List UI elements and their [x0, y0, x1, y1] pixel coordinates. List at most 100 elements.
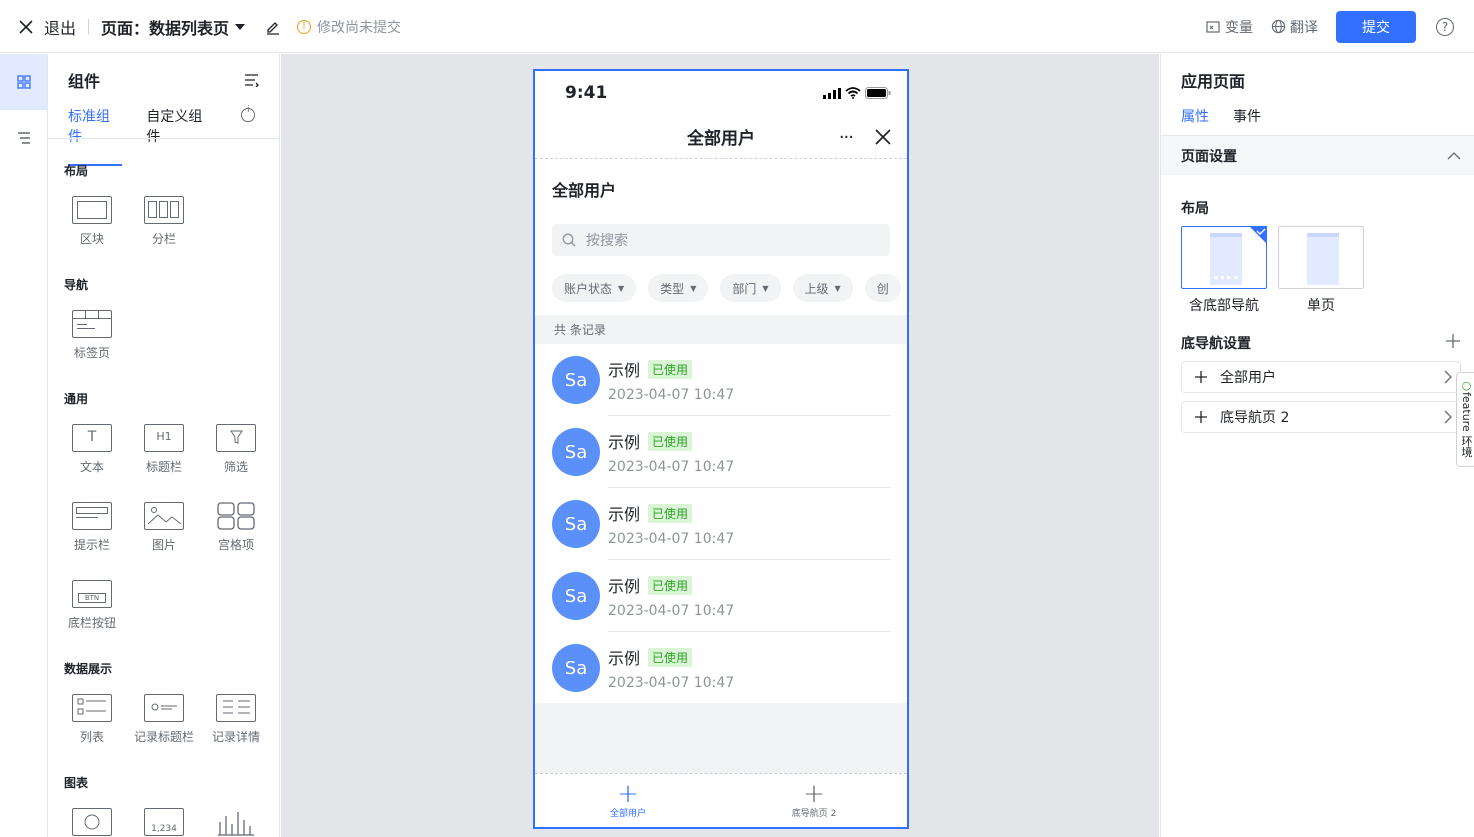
edit-icon[interactable] — [265, 19, 281, 35]
comp-bottom-button[interactable]: BTN 底栏按钮 — [62, 580, 122, 631]
page-settings-header[interactable]: 页面设置 — [1161, 135, 1474, 175]
tabbar-item-all-users[interactable]: + 全部用户 — [535, 774, 721, 827]
nav-item-row[interactable]: 全部用户 — [1181, 361, 1461, 393]
filter-department[interactable]: 部门 ▼ — [720, 274, 781, 302]
comp-grid[interactable]: 宫格项 — [206, 502, 266, 553]
panel-title: 应用页面 — [1181, 72, 1246, 91]
search-input[interactable]: 按搜索 — [552, 224, 890, 256]
divider — [48, 138, 279, 139]
tabbar-item-page-2[interactable]: + 底导航页 2 — [721, 774, 907, 827]
nav-item-row[interactable]: 底导航页 2 — [1181, 401, 1461, 433]
layout-label: 布局 — [1181, 201, 1209, 217]
status-badge: 已使用 — [648, 431, 693, 451]
avatar: Sa — [552, 356, 600, 404]
plus-icon — [1194, 410, 1208, 424]
comp-title-bar-label: 标题栏 — [145, 460, 182, 474]
left-rail — [0, 54, 48, 837]
chevron-up-icon[interactable] — [1447, 151, 1461, 160]
item-date: 2023-04-07 10:47 — [608, 603, 735, 619]
pie-chart-icon — [72, 808, 112, 836]
record-count: 共 条记录 — [535, 315, 907, 344]
comp-filter[interactable]: 筛选 — [206, 424, 266, 475]
help-icon[interactable]: ? — [1436, 17, 1454, 36]
comp-tabs[interactable]: 标签页 — [62, 310, 122, 361]
phone-preview[interactable]: 9:41 全部用户 ··· 全部用户 按搜索 账户状态 ▼ 类型 ▼ 部门 ▼ 上级 ▼… — [533, 69, 909, 829]
comp-chart-pie[interactable] — [62, 808, 122, 837]
item-date: 2023-04-07 10:47 — [608, 459, 735, 475]
variables-button[interactable]: 变量 — [1206, 17, 1253, 37]
layout-label-bottom-nav: 含底部导航 — [1189, 298, 1259, 314]
add-icon[interactable] — [1445, 333, 1461, 349]
phone-nav-bar: 全部用户 ··· — [535, 115, 907, 159]
more-icon[interactable]: ··· — [839, 127, 854, 148]
comp-record-detail[interactable]: 记录详情 — [206, 694, 266, 745]
filter-account-status[interactable]: 账户状态 ▼ — [552, 274, 637, 302]
tab-standard[interactable]: 标准组件 — [68, 106, 123, 166]
text-icon: T — [72, 424, 112, 452]
chip-label: 账户状态 — [564, 281, 613, 296]
status-badge: 已使用 — [648, 647, 693, 667]
submit-button[interactable]: 提交 — [1336, 10, 1416, 43]
chevron-right-icon[interactable] — [1444, 370, 1452, 384]
tip-bar-icon — [72, 502, 112, 530]
image-icon — [144, 502, 184, 530]
list-item[interactable]: Sa 示例 已使用 2023-04-07 10:47 — [535, 632, 907, 704]
comp-column-label: 分栏 — [151, 232, 176, 246]
chip-label: 部门 — [732, 281, 757, 296]
list-item[interactable]: Sa 示例 已使用 2023-04-07 10:47 — [535, 560, 907, 632]
page-name-dropdown[interactable]: 数据列表页 — [149, 15, 229, 39]
list-item[interactable]: Sa 示例 已使用 2023-04-07 10:47 — [535, 416, 907, 488]
battery-icon — [865, 87, 891, 99]
comp-tip-bar[interactable]: 提示栏 — [62, 502, 122, 553]
caret-down-icon[interactable] — [235, 23, 246, 31]
layout-option-single[interactable] — [1278, 226, 1364, 289]
layout-preview — [1307, 233, 1339, 285]
list-sort-icon[interactable] — [244, 72, 260, 91]
layout-option-bottom-nav[interactable] — [1181, 226, 1267, 289]
top-bar: 退出 页面： 数据列表页 ! 修改尚未提交 变量 翻译 提交 ? — [0, 0, 1474, 53]
caret-down-icon: ▼ — [618, 283, 625, 293]
list-item[interactable]: Sa 示例 已使用 2023-04-07 10:47 — [535, 488, 907, 560]
comp-record-title[interactable]: 记录标题栏 — [134, 694, 194, 745]
item-date: 2023-04-07 10:47 — [608, 675, 735, 691]
comp-block[interactable]: 区块 — [62, 196, 122, 247]
feature-env-label: feature 环境 — [1460, 392, 1473, 458]
warning-icon: ! — [297, 19, 312, 34]
comp-list[interactable]: 列表 — [62, 694, 122, 745]
filter-type[interactable]: 类型 ▼ — [648, 274, 709, 302]
comp-text[interactable]: T 文本 — [62, 424, 122, 475]
section-common: 通用 — [64, 392, 89, 406]
status-badge: 已使用 — [648, 575, 693, 595]
close-icon[interactable] — [18, 19, 34, 35]
tabs-icon — [72, 310, 112, 338]
search-placeholder: 按搜索 — [586, 233, 628, 249]
exit-button[interactable]: 退出 — [44, 15, 76, 39]
comp-title-bar[interactable]: H1 标题栏 — [134, 424, 194, 475]
comp-tabs-label: 标签页 — [73, 346, 110, 360]
comp-chart-bar[interactable] — [206, 808, 266, 837]
comp-chart-number[interactable]: 1,234 — [134, 808, 194, 837]
list-title: 全部用户 — [552, 181, 617, 200]
layout-preview — [1210, 233, 1242, 285]
comp-image[interactable]: 图片 — [134, 502, 194, 553]
comp-column[interactable]: 分栏 — [134, 196, 194, 247]
close-icon[interactable] — [875, 129, 891, 145]
feature-env-tag[interactable]: ○feature 环境 — [1456, 372, 1474, 467]
record-title-icon — [144, 694, 184, 722]
translate-button[interactable]: 翻译 — [1271, 17, 1318, 37]
list-item[interactable]: Sa 示例 已使用 2023-04-07 10:47 — [535, 344, 907, 416]
unsaved-text: 修改尚未提交 — [317, 19, 402, 36]
bar-chart-icon — [216, 808, 256, 836]
components-tab-icon[interactable] — [0, 54, 47, 110]
filter-created[interactable]: 创 — [864, 274, 901, 302]
filter-superior[interactable]: 上级 ▼ — [792, 274, 853, 302]
avatar: Sa — [552, 644, 600, 692]
outline-tab-icon[interactable] — [0, 110, 47, 166]
tab-properties[interactable]: 属性 — [1181, 106, 1209, 138]
caret-down-icon: ▼ — [762, 283, 769, 293]
chevron-right-icon[interactable] — [1444, 410, 1452, 424]
status-bar: 9:41 — [535, 71, 907, 115]
tab-events[interactable]: 事件 — [1233, 106, 1261, 138]
tab-custom[interactable]: 自定义组件 i — [146, 105, 255, 166]
info-icon[interactable]: i — [241, 105, 255, 122]
